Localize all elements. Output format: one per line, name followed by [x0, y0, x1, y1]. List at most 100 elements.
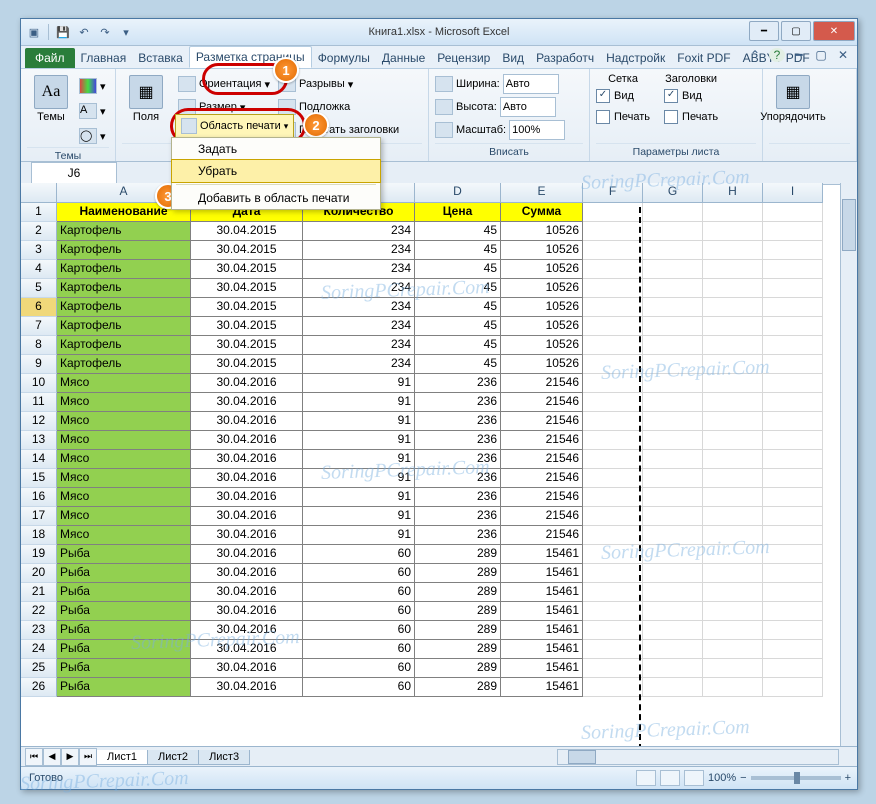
row-header[interactable]: 6 [21, 298, 57, 317]
cell-price[interactable]: 45 [415, 279, 501, 298]
horizontal-scrollbar[interactable] [557, 749, 839, 765]
cell-date[interactable]: 30.04.2016 [191, 450, 303, 469]
cell[interactable] [643, 526, 703, 545]
cell-date[interactable]: 30.04.2016 [191, 488, 303, 507]
cell-date[interactable]: 30.04.2016 [191, 507, 303, 526]
cell-sum[interactable]: 21546 [501, 374, 583, 393]
cell[interactable] [643, 431, 703, 450]
cell[interactable] [643, 412, 703, 431]
doc-minimize-icon[interactable]: ━ [791, 48, 807, 62]
maximize-button[interactable]: ▢ [781, 21, 811, 41]
cell-name[interactable]: Мясо [57, 431, 191, 450]
row-header[interactable]: 3 [21, 241, 57, 260]
row-header[interactable]: 20 [21, 564, 57, 583]
cell[interactable] [583, 393, 643, 412]
cell[interactable] [583, 374, 643, 393]
cell-date[interactable]: 30.04.2016 [191, 469, 303, 488]
cell-name[interactable]: Картофель [57, 298, 191, 317]
cell-name[interactable]: Мясо [57, 374, 191, 393]
zoom-in-button[interactable]: + [845, 772, 851, 784]
cell-qty[interactable]: 91 [303, 507, 415, 526]
cell[interactable] [643, 450, 703, 469]
cell-price[interactable]: 289 [415, 564, 501, 583]
cell[interactable] [763, 393, 823, 412]
row-header[interactable]: 16 [21, 488, 57, 507]
tab-foxit[interactable]: Foxit PDF [671, 48, 736, 68]
row-header[interactable]: 11 [21, 393, 57, 412]
cell-name[interactable]: Мясо [57, 526, 191, 545]
cell-sum[interactable]: 10526 [501, 260, 583, 279]
cell[interactable] [703, 526, 763, 545]
table-header-cell[interactable]: Цена [415, 203, 501, 222]
headings-print-check[interactable]: Печать [664, 107, 718, 127]
cell-qty[interactable]: 60 [303, 602, 415, 621]
qat-more-icon[interactable]: ▾ [117, 23, 135, 41]
cell-name[interactable]: Рыба [57, 659, 191, 678]
cell-qty[interactable]: 91 [303, 412, 415, 431]
cell-sum[interactable]: 21546 [501, 450, 583, 469]
cell-price[interactable]: 45 [415, 260, 501, 279]
headings-view-check[interactable]: Вид [664, 86, 718, 106]
row-header[interactable]: 22 [21, 602, 57, 621]
cell[interactable] [763, 279, 823, 298]
col-header[interactable]: F [583, 183, 643, 203]
cell-qty[interactable]: 91 [303, 450, 415, 469]
cell-price[interactable]: 289 [415, 545, 501, 564]
col-header[interactable]: E [501, 183, 583, 203]
cell-qty[interactable]: 60 [303, 640, 415, 659]
cell-name[interactable]: Рыба [57, 602, 191, 621]
cell-sum[interactable]: 10526 [501, 336, 583, 355]
cell[interactable] [583, 469, 643, 488]
select-all-cell[interactable] [21, 183, 57, 203]
cell-sum[interactable]: 21546 [501, 507, 583, 526]
cell[interactable] [643, 678, 703, 697]
row-header[interactable]: 14 [21, 450, 57, 469]
row-header[interactable]: 13 [21, 431, 57, 450]
cell-price[interactable]: 236 [415, 374, 501, 393]
cell[interactable] [763, 336, 823, 355]
cell[interactable] [703, 241, 763, 260]
cell[interactable] [703, 393, 763, 412]
cell-date[interactable]: 30.04.2016 [191, 678, 303, 697]
cell-date[interactable]: 30.04.2015 [191, 336, 303, 355]
cell[interactable] [583, 507, 643, 526]
view-normal-icon[interactable] [636, 770, 656, 786]
cell[interactable] [583, 545, 643, 564]
cell[interactable] [643, 260, 703, 279]
cell[interactable] [763, 450, 823, 469]
sheet-tab-3[interactable]: Лист3 [198, 750, 250, 765]
cell-date[interactable]: 30.04.2016 [191, 564, 303, 583]
cell-price[interactable]: 236 [415, 393, 501, 412]
cell[interactable] [763, 659, 823, 678]
cell-qty[interactable]: 234 [303, 355, 415, 374]
tab-addins[interactable]: Надстройк [600, 48, 671, 68]
cell[interactable] [643, 336, 703, 355]
sheet-nav-last[interactable]: ⏭ [79, 748, 97, 766]
cell[interactable] [703, 507, 763, 526]
cell-date[interactable]: 30.04.2015 [191, 317, 303, 336]
sheet-nav-prev[interactable]: ◀ [43, 748, 61, 766]
zoom-handle[interactable] [794, 772, 800, 784]
cell-date[interactable]: 30.04.2016 [191, 431, 303, 450]
cell[interactable] [583, 355, 643, 374]
tab-insert[interactable]: Вставка [132, 48, 189, 68]
cell-sum[interactable]: 10526 [501, 279, 583, 298]
table-header-cell[interactable]: Сумма [501, 203, 583, 222]
cell-name[interactable]: Рыба [57, 678, 191, 697]
cell[interactable] [703, 203, 763, 222]
cell[interactable] [703, 317, 763, 336]
cell-sum[interactable]: 21546 [501, 526, 583, 545]
row-header[interactable]: 18 [21, 526, 57, 545]
cell[interactable] [763, 583, 823, 602]
cell-date[interactable]: 30.04.2015 [191, 222, 303, 241]
cell[interactable] [703, 222, 763, 241]
cell[interactable] [763, 241, 823, 260]
cell[interactable] [763, 488, 823, 507]
cell-qty[interactable]: 91 [303, 393, 415, 412]
cell[interactable] [703, 583, 763, 602]
row-header[interactable]: 26 [21, 678, 57, 697]
cell-qty[interactable]: 60 [303, 621, 415, 640]
zoom-slider[interactable] [751, 776, 841, 780]
cell-price[interactable]: 289 [415, 602, 501, 621]
cell-price[interactable]: 45 [415, 298, 501, 317]
